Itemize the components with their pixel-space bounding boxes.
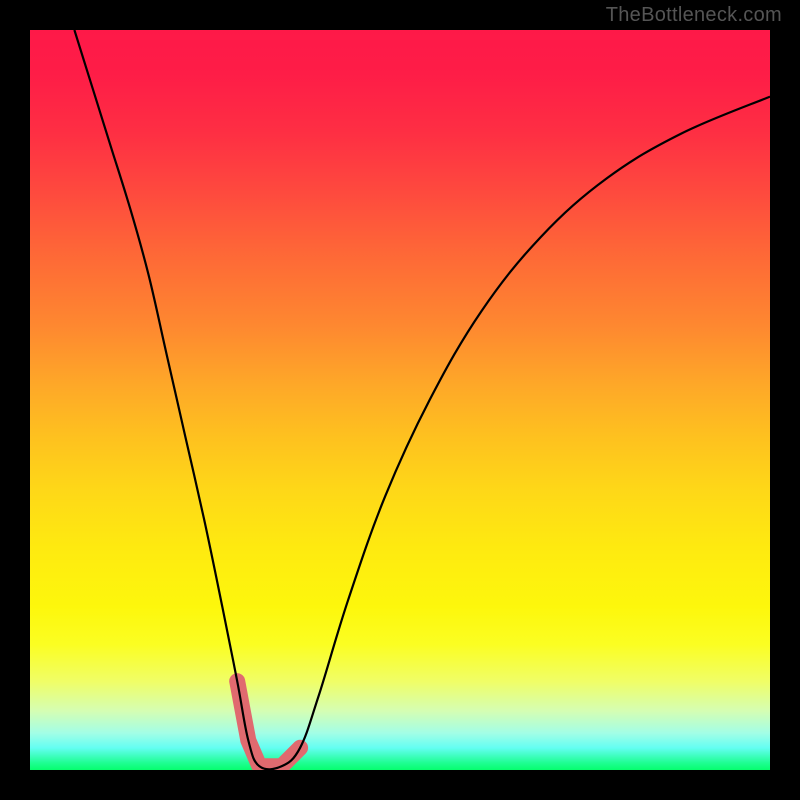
- highlight-marker: [237, 681, 300, 766]
- bottleneck-curve: [74, 30, 770, 769]
- chart-frame: TheBottleneck.com: [0, 0, 800, 800]
- plot-area: [30, 30, 770, 770]
- curve-svg: [30, 30, 770, 770]
- watermark-text: TheBottleneck.com: [606, 4, 782, 27]
